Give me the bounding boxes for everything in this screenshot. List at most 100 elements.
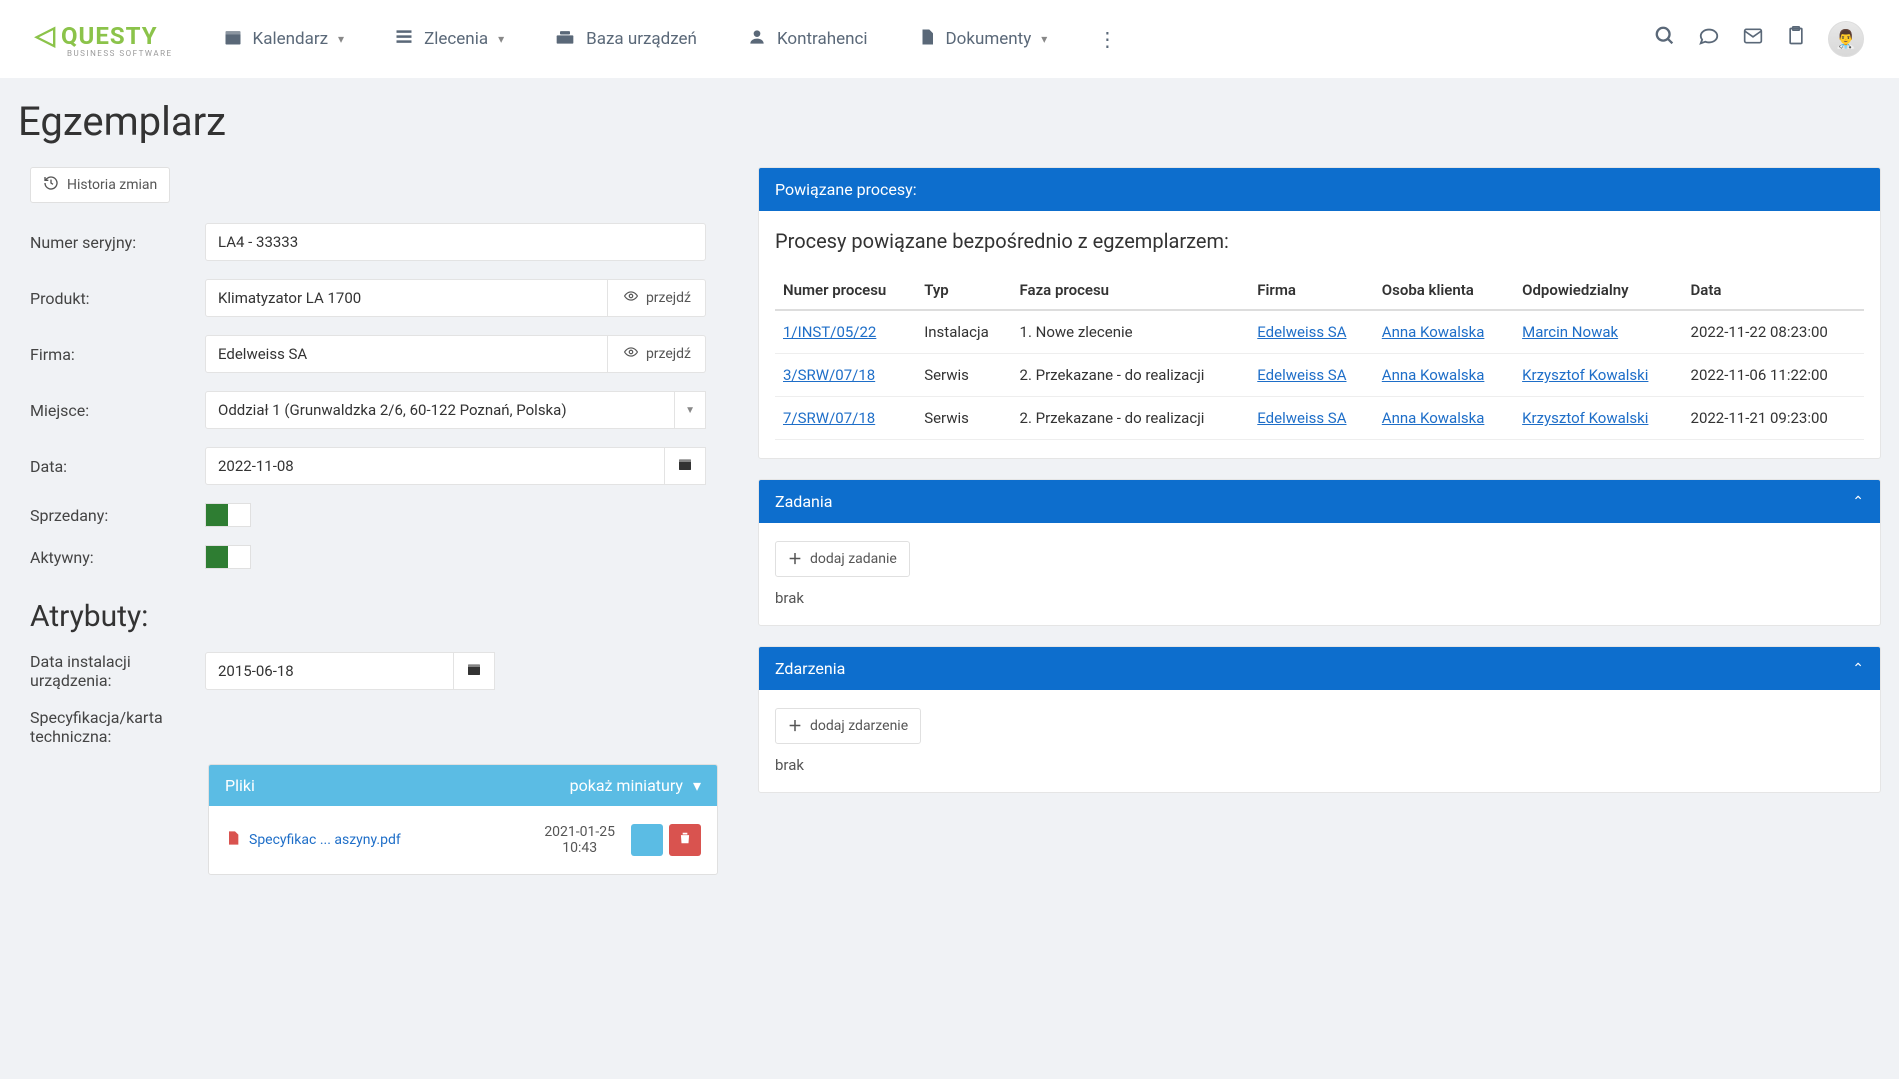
collapse-icon[interactable]: ⌃ bbox=[1852, 661, 1864, 677]
cell-phase: 1. Nowe zlecenie bbox=[1012, 310, 1250, 354]
process-link[interactable]: 1/INST/05/22 bbox=[783, 323, 876, 341]
serial-input[interactable] bbox=[205, 223, 706, 261]
table-row: 3/SRW/07/18 Serwis 2. Przekazane - do re… bbox=[775, 354, 1864, 397]
show-thumbnails-button[interactable]: pokaż miniatury ▾ bbox=[570, 776, 701, 795]
add-task-button[interactable]: ＋ dodaj zadanie bbox=[775, 541, 910, 577]
goto-label: przejdź bbox=[646, 290, 691, 306]
cell-type: Instalacja bbox=[916, 310, 1011, 354]
nav-baza[interactable]: Baza urządzeń bbox=[554, 27, 697, 52]
chat-icon[interactable] bbox=[1698, 25, 1720, 53]
logo[interactable]: ◁QUESTY BUSINESS SOFTWARE bbox=[35, 21, 173, 58]
clipboard-icon[interactable] bbox=[1786, 25, 1806, 53]
file-row: Specyfikac ... aszyny.pdf 2021-01-25 10:… bbox=[225, 824, 701, 856]
nav-label: Dokumenty bbox=[946, 29, 1032, 49]
nav-label: Zlecenia bbox=[424, 29, 488, 49]
files-header-title: Pliki bbox=[225, 776, 255, 795]
eye-icon bbox=[622, 289, 640, 307]
nav-kalendarz[interactable]: Kalendarz ▾ bbox=[223, 27, 345, 52]
document-icon bbox=[918, 27, 936, 52]
download-file-button[interactable] bbox=[631, 824, 663, 856]
avatar[interactable]: 👨‍⚕️ bbox=[1828, 21, 1864, 57]
active-toggle[interactable] bbox=[205, 545, 251, 569]
cell-date: 2022-11-21 09:23:00 bbox=[1683, 397, 1864, 440]
nav-kontrahenci[interactable]: Kontrahenci bbox=[747, 27, 868, 52]
download-icon bbox=[640, 830, 654, 850]
company-link[interactable]: Edelweiss SA bbox=[1257, 366, 1346, 384]
responsible-link[interactable]: Krzysztof Kowalski bbox=[1522, 366, 1648, 384]
page-title: Egzemplarz bbox=[18, 98, 1881, 145]
goto-label: przejdź bbox=[646, 346, 691, 362]
chevron-down-icon: ▾ bbox=[498, 32, 504, 46]
client-link[interactable]: Anna Kowalska bbox=[1382, 366, 1485, 384]
company-link[interactable]: Edelweiss SA bbox=[1257, 323, 1346, 341]
th-date: Data bbox=[1683, 271, 1864, 310]
place-select[interactable]: Oddział 1 (Grunwaldzka 2/6, 60-122 Pozna… bbox=[205, 391, 675, 429]
history-button[interactable]: Historia zmian bbox=[30, 167, 170, 203]
nav-label: Baza urządzeń bbox=[586, 29, 697, 49]
add-task-label: dodaj zadanie bbox=[810, 551, 897, 567]
process-link[interactable]: 3/SRW/07/18 bbox=[783, 366, 875, 384]
tasks-none: brak bbox=[775, 589, 1864, 607]
file-link[interactable]: Specyfikac ... aszyny.pdf bbox=[225, 829, 528, 851]
install-date-picker-button[interactable] bbox=[454, 652, 495, 690]
processes-subtitle: Procesy powiązane bezpośrednio z egzempl… bbox=[775, 229, 1864, 253]
nav-zlecenia[interactable]: Zlecenia ▾ bbox=[394, 27, 504, 52]
calendar-icon bbox=[466, 661, 482, 681]
responsible-link[interactable]: Marcin Nowak bbox=[1522, 323, 1618, 341]
install-date-label: Data instalacji urządzenia: bbox=[30, 652, 205, 690]
pdf-icon bbox=[225, 829, 241, 851]
collapse-icon[interactable]: ⌃ bbox=[1852, 494, 1864, 510]
responsible-link[interactable]: Krzysztof Kowalski bbox=[1522, 409, 1648, 427]
company-link[interactable]: Edelweiss SA bbox=[1257, 409, 1346, 427]
nav-dokumenty[interactable]: Dokumenty ▾ bbox=[918, 27, 1048, 52]
history-button-label: Historia zmian bbox=[67, 177, 157, 193]
chevron-down-icon: ▾ bbox=[338, 32, 344, 46]
date-picker-button[interactable] bbox=[665, 447, 706, 485]
nav-label: Kalendarz bbox=[253, 29, 328, 49]
place-label: Miejsce: bbox=[30, 401, 205, 420]
install-date-input[interactable] bbox=[205, 652, 454, 690]
sold-toggle[interactable] bbox=[205, 503, 251, 527]
date-label: Data: bbox=[30, 457, 205, 476]
events-none: brak bbox=[775, 756, 1864, 774]
process-link[interactable]: 7/SRW/07/18 bbox=[783, 409, 875, 427]
main-nav: Kalendarz ▾ Zlecenia ▾ Baza urządzeń Kon… bbox=[223, 27, 1604, 52]
company-input[interactable] bbox=[205, 335, 608, 373]
mail-icon[interactable] bbox=[1742, 26, 1764, 52]
plus-icon: ＋ bbox=[788, 549, 802, 569]
th-client: Osoba klienta bbox=[1374, 271, 1514, 310]
chevron-down-icon: ▾ bbox=[1041, 32, 1047, 46]
plus-icon: ＋ bbox=[788, 716, 802, 736]
tasks-panel: Zadania ⌃ ＋ dodaj zadanie brak bbox=[758, 479, 1881, 626]
product-goto-button[interactable]: przejdź bbox=[608, 279, 706, 317]
th-responsible: Odpowiedzialny bbox=[1514, 271, 1682, 310]
more-vert-icon: ⋮ bbox=[1097, 27, 1117, 51]
company-goto-button[interactable]: przejdź bbox=[608, 335, 706, 373]
client-link[interactable]: Anna Kowalska bbox=[1382, 323, 1485, 341]
dropdown-caret-icon: ▼ bbox=[675, 391, 706, 429]
th-company: Firma bbox=[1249, 271, 1374, 310]
delete-file-button[interactable] bbox=[669, 824, 701, 856]
top-header: ◁QUESTY BUSINESS SOFTWARE Kalendarz ▾ Zl… bbox=[0, 0, 1899, 78]
th-number: Numer procesu bbox=[775, 271, 916, 310]
client-link[interactable]: Anna Kowalska bbox=[1382, 409, 1485, 427]
events-panel: Zdarzenia ⌃ ＋ dodaj zdarzenie brak bbox=[758, 646, 1881, 793]
th-phase: Faza procesu bbox=[1012, 271, 1250, 310]
calendar-icon bbox=[223, 27, 243, 52]
nav-more[interactable]: ⋮ bbox=[1097, 27, 1117, 52]
history-icon bbox=[43, 175, 59, 195]
search-icon[interactable] bbox=[1654, 25, 1676, 53]
date-input[interactable] bbox=[205, 447, 665, 485]
add-event-button[interactable]: ＋ dodaj zdarzenie bbox=[775, 708, 921, 744]
attributes-title: Atrybuty: bbox=[30, 599, 718, 634]
spec-label: Specyfikacja/karta techniczna: bbox=[30, 708, 205, 746]
product-input[interactable] bbox=[205, 279, 608, 317]
tasks-header: Zadania bbox=[775, 492, 832, 511]
nav-label: Kontrahenci bbox=[777, 29, 868, 49]
person-icon bbox=[747, 27, 767, 52]
cell-type: Serwis bbox=[916, 397, 1011, 440]
serial-label: Numer seryjny: bbox=[30, 233, 205, 252]
table-row: 1/INST/05/22 Instalacja 1. Nowe zlecenie… bbox=[775, 310, 1864, 354]
list-icon bbox=[394, 27, 414, 52]
active-label: Aktywny: bbox=[30, 548, 205, 567]
